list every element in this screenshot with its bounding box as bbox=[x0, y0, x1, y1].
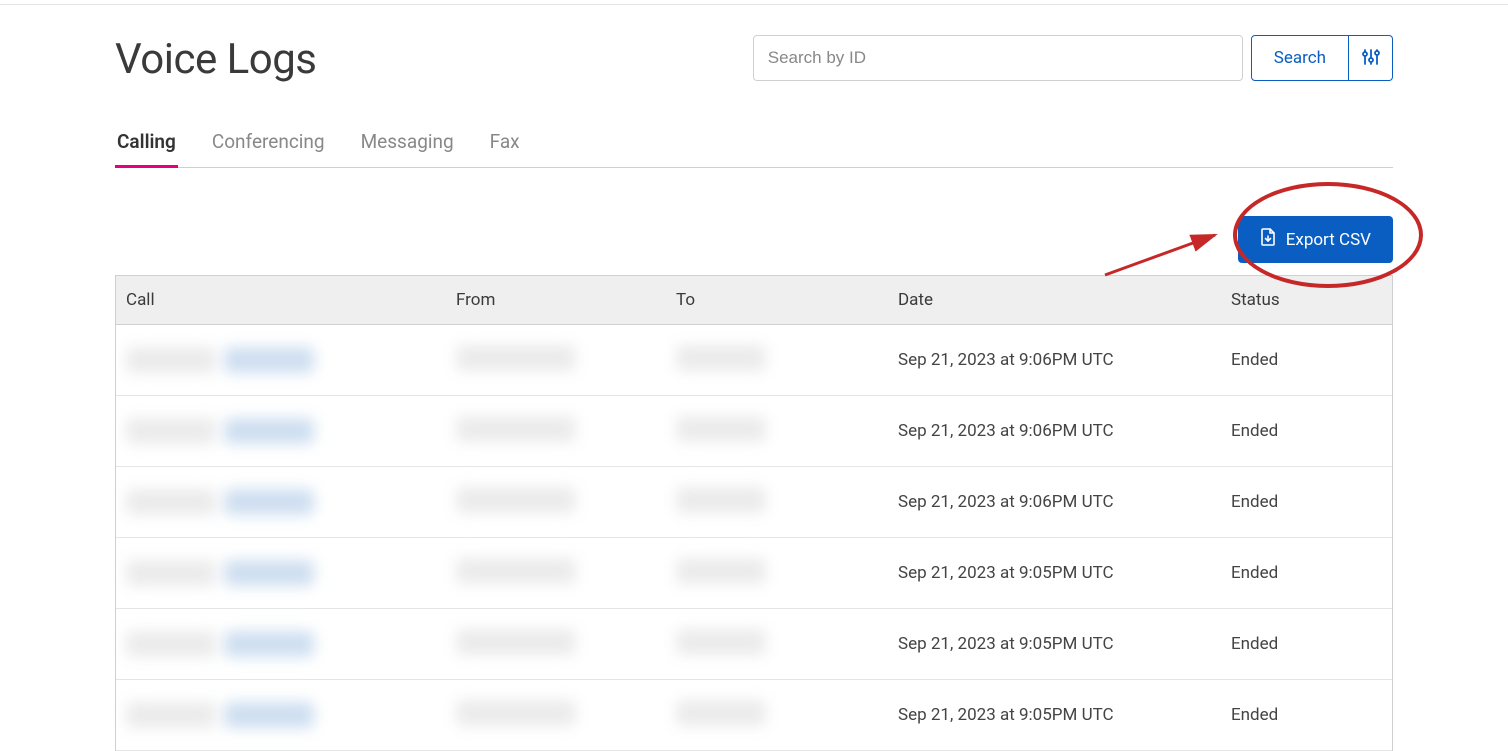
tab-conferencing[interactable]: Conferencing bbox=[210, 130, 327, 168]
redacted-value bbox=[126, 489, 216, 515]
cell-to bbox=[666, 544, 888, 603]
redacted-value bbox=[676, 416, 766, 442]
tab-messaging[interactable]: Messaging bbox=[359, 130, 456, 168]
cell-from bbox=[446, 402, 666, 461]
cell-call bbox=[116, 475, 446, 529]
redacted-value bbox=[456, 416, 576, 442]
redacted-value bbox=[224, 560, 314, 586]
col-header-from[interactable]: From bbox=[446, 276, 666, 324]
table-header: Call From To Date Status bbox=[116, 276, 1392, 325]
cell-status: Ended bbox=[1221, 691, 1392, 739]
search-group: Search bbox=[753, 35, 1393, 81]
voice-logs-table: Call From To Date Status Sep 21, 2023 at… bbox=[115, 275, 1393, 751]
table-row[interactable]: Sep 21, 2023 at 9:05PM UTCEnded bbox=[116, 609, 1392, 680]
cell-status: Ended bbox=[1221, 549, 1392, 597]
cell-date: Sep 21, 2023 at 9:06PM UTC bbox=[888, 478, 1221, 526]
redacted-value bbox=[456, 629, 576, 655]
cell-call bbox=[116, 333, 446, 387]
redacted-value bbox=[676, 345, 766, 371]
col-header-to[interactable]: To bbox=[666, 276, 888, 324]
cell-call bbox=[116, 404, 446, 458]
cell-date: Sep 21, 2023 at 9:06PM UTC bbox=[888, 407, 1221, 455]
filter-button[interactable] bbox=[1349, 35, 1393, 81]
cell-date: Sep 21, 2023 at 9:06PM UTC bbox=[888, 336, 1221, 384]
export-csv-button[interactable]: Export CSV bbox=[1238, 216, 1393, 263]
sliders-icon bbox=[1362, 48, 1380, 69]
cell-from bbox=[446, 686, 666, 745]
actions-row: Export CSV bbox=[115, 216, 1393, 263]
cell-to bbox=[666, 686, 888, 745]
annotation-arrow bbox=[1103, 220, 1223, 280]
col-header-date[interactable]: Date bbox=[888, 276, 1221, 324]
cell-from bbox=[446, 544, 666, 603]
table-row[interactable]: Sep 21, 2023 at 9:05PM UTCEnded bbox=[116, 538, 1392, 609]
cell-date: Sep 21, 2023 at 9:05PM UTC bbox=[888, 549, 1221, 597]
redacted-value bbox=[676, 700, 766, 726]
redacted-value bbox=[224, 702, 314, 728]
redacted-value bbox=[456, 558, 576, 584]
cell-date: Sep 21, 2023 at 9:05PM UTC bbox=[888, 691, 1221, 739]
redacted-value bbox=[126, 560, 216, 586]
cell-call bbox=[116, 688, 446, 742]
redacted-value bbox=[456, 487, 576, 513]
redacted-value bbox=[126, 631, 216, 657]
search-button[interactable]: Search bbox=[1251, 35, 1349, 81]
redacted-value bbox=[224, 347, 314, 373]
cell-from bbox=[446, 615, 666, 674]
redacted-value bbox=[456, 345, 576, 371]
cell-date: Sep 21, 2023 at 9:05PM UTC bbox=[888, 620, 1221, 668]
redacted-value bbox=[676, 629, 766, 655]
table-row[interactable]: Sep 21, 2023 at 9:06PM UTCEnded bbox=[116, 467, 1392, 538]
redacted-value bbox=[676, 558, 766, 584]
tab-calling[interactable]: Calling bbox=[115, 130, 178, 168]
cell-call bbox=[116, 546, 446, 600]
search-input[interactable] bbox=[753, 35, 1243, 81]
cell-to bbox=[666, 473, 888, 532]
cell-to bbox=[666, 331, 888, 390]
redacted-value bbox=[126, 347, 216, 373]
cell-from bbox=[446, 473, 666, 532]
col-header-status[interactable]: Status bbox=[1221, 276, 1392, 324]
tab-fax[interactable]: Fax bbox=[488, 130, 522, 168]
redacted-value bbox=[224, 418, 314, 444]
cell-to bbox=[666, 402, 888, 461]
redacted-value bbox=[126, 418, 216, 444]
table-row[interactable]: Sep 21, 2023 at 9:05PM UTCEnded bbox=[116, 680, 1392, 751]
redacted-value bbox=[676, 487, 766, 513]
table-row[interactable]: Sep 21, 2023 at 9:06PM UTCEnded bbox=[116, 325, 1392, 396]
table-row[interactable]: Sep 21, 2023 at 9:06PM UTCEnded bbox=[116, 396, 1392, 467]
cell-status: Ended bbox=[1221, 336, 1392, 384]
cell-status: Ended bbox=[1221, 620, 1392, 668]
cell-call bbox=[116, 617, 446, 671]
redacted-value bbox=[126, 702, 216, 728]
redacted-value bbox=[456, 700, 576, 726]
file-export-icon bbox=[1260, 228, 1276, 251]
cell-status: Ended bbox=[1221, 478, 1392, 526]
redacted-value bbox=[224, 489, 314, 515]
cell-from bbox=[446, 331, 666, 390]
redacted-value bbox=[224, 631, 314, 657]
cell-status: Ended bbox=[1221, 407, 1392, 455]
col-header-call[interactable]: Call bbox=[116, 276, 446, 324]
export-csv-label: Export CSV bbox=[1286, 230, 1371, 250]
cell-to bbox=[666, 615, 888, 674]
page-title: Voice Logs bbox=[115, 35, 316, 84]
tabs: Calling Conferencing Messaging Fax bbox=[115, 129, 1393, 168]
